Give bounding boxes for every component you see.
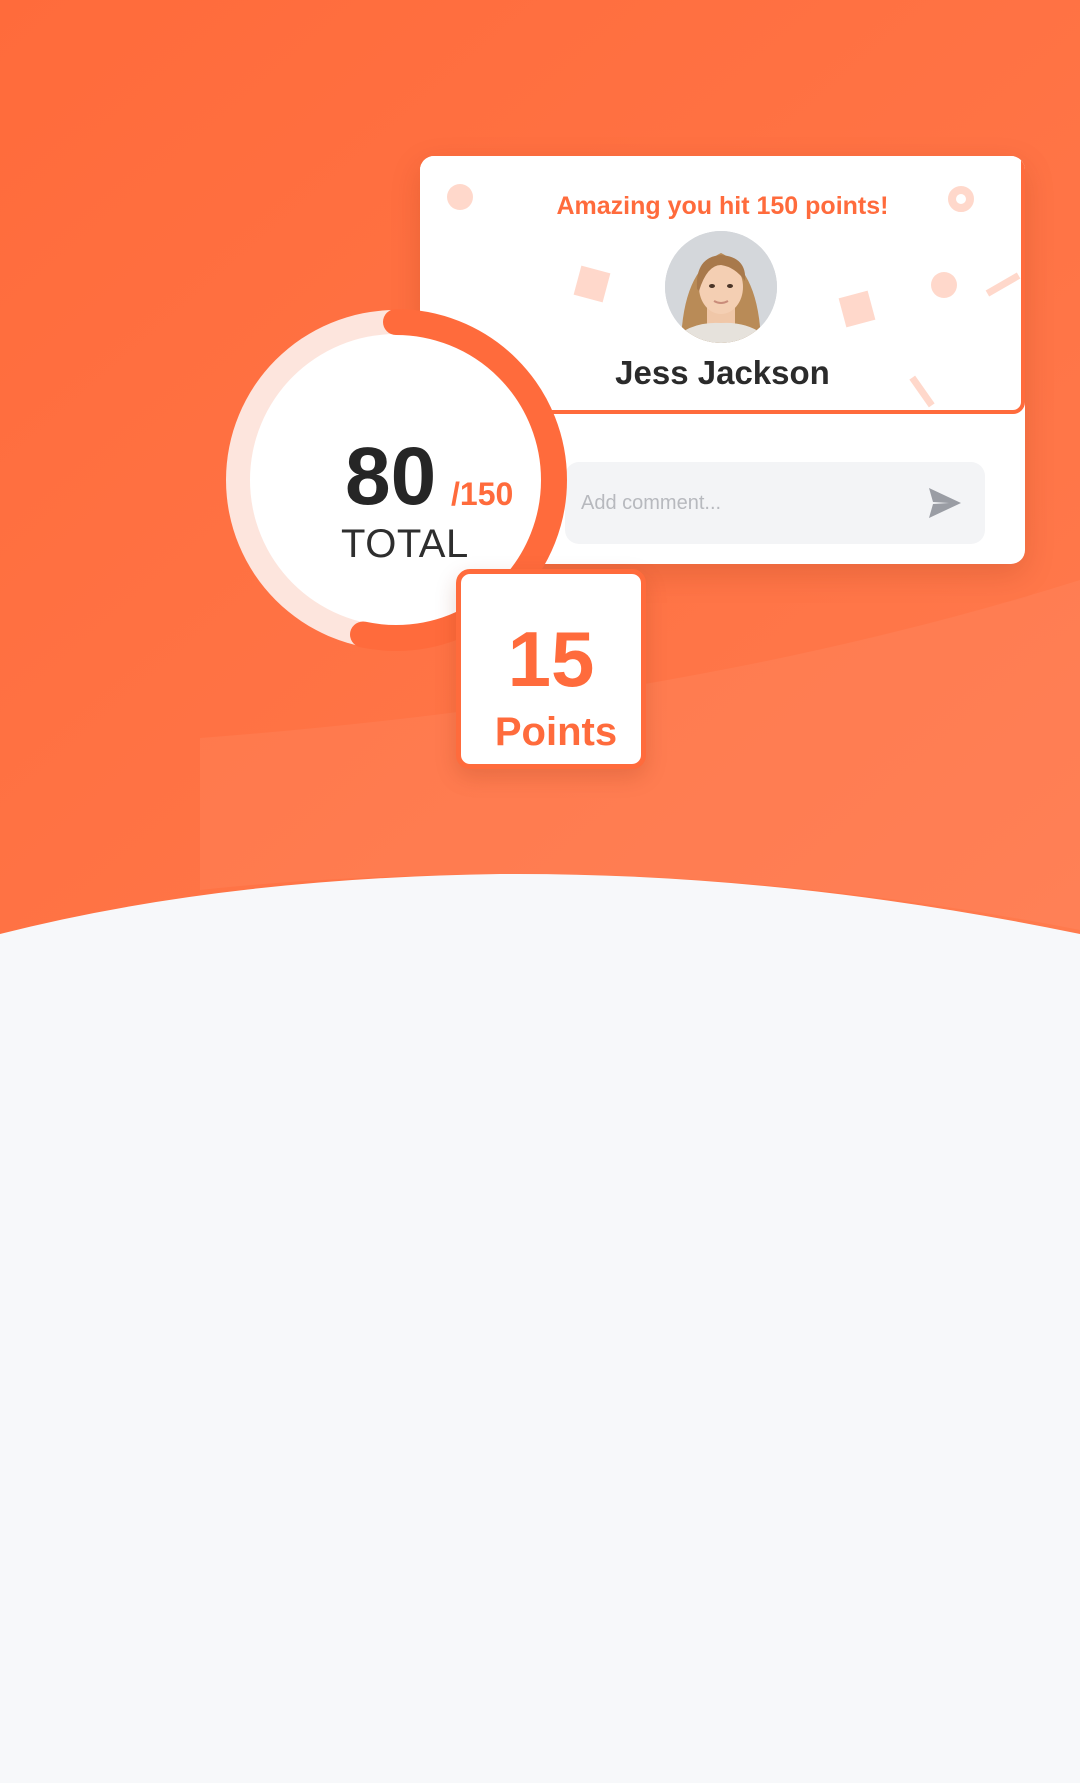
- comment-box: [565, 462, 985, 544]
- comment-input[interactable]: [581, 462, 911, 544]
- send-icon: [929, 488, 961, 518]
- score-label: TOTAL: [341, 522, 469, 566]
- celebration-headline: Amazing you hit 150 points!: [556, 192, 889, 220]
- confetti-strip: [985, 272, 1021, 297]
- points-label: Points: [494, 710, 618, 754]
- score-current: 80: [345, 431, 437, 522]
- points-badge: 15 Points: [456, 569, 646, 769]
- user-avatar: [665, 231, 777, 343]
- send-button[interactable]: [927, 486, 963, 520]
- user-avatar-photo-icon: [665, 231, 777, 343]
- confetti-dot: [931, 272, 957, 298]
- confetti-square: [838, 290, 876, 328]
- score-total: /150: [451, 476, 514, 512]
- points-value: 15: [507, 615, 595, 703]
